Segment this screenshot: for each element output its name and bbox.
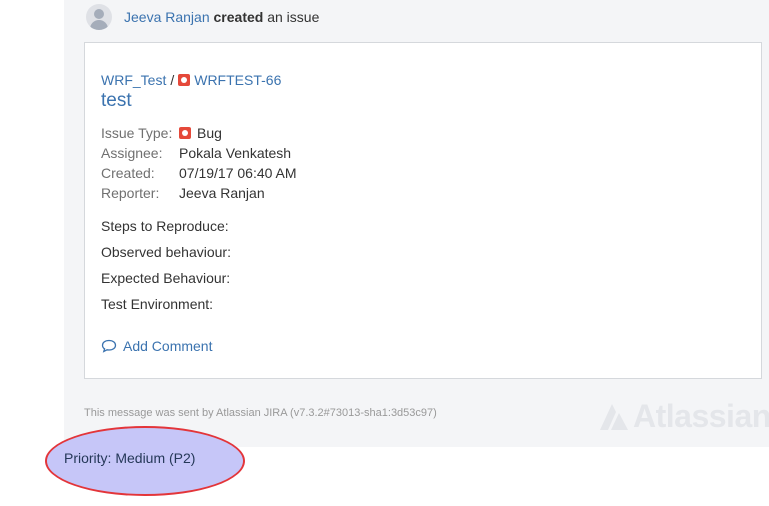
issue-title[interactable]: test	[101, 90, 132, 112]
section-expected: Expected Behaviour:	[101, 270, 231, 286]
atlassian-mark-icon	[600, 404, 628, 430]
activity-header: Jeeva Ranjan created an issue	[86, 4, 319, 30]
field-label: Reporter:	[101, 185, 160, 201]
section-observed: Observed behaviour:	[101, 244, 231, 260]
footer-message: This message was sent by Atlassian JIRA …	[84, 407, 437, 419]
description-sections: Steps to Reproduce: Observed behaviour: …	[101, 213, 231, 317]
breadcrumb: WRF_Test / WRFTEST-66	[101, 72, 281, 88]
field-created: Created: 07/19/17 06:40 AM	[101, 163, 297, 183]
issue-card: WRF_Test / WRFTEST-66 test Issue Type: B…	[84, 42, 762, 379]
action-verb: created	[213, 9, 264, 25]
issue-key-link[interactable]: WRFTEST-66	[194, 72, 281, 88]
add-comment-button[interactable]: Add Comment	[101, 338, 212, 354]
add-comment-label: Add Comment	[123, 338, 213, 354]
comment-icon	[101, 339, 117, 353]
avatar-body	[90, 20, 108, 30]
bug-icon	[178, 74, 191, 86]
assignee-link[interactable]: Pokala Venkatesh	[179, 145, 291, 161]
bug-icon	[179, 127, 191, 139]
avatar-head	[94, 9, 104, 19]
field-assignee: Assignee: Pokala Venkatesh	[101, 143, 297, 163]
issue-fields: Issue Type: Bug Assignee: Pokala Venkate…	[101, 123, 297, 203]
field-label: Issue Type:	[101, 125, 173, 141]
field-reporter: Reporter: Jeeva Ranjan	[101, 183, 297, 203]
reporter-link[interactable]: Jeeva Ranjan	[179, 185, 265, 201]
section-environment: Test Environment:	[101, 296, 214, 312]
issue-type-value: Bug	[197, 125, 222, 141]
activity-text: Jeeva Ranjan created an issue	[124, 9, 319, 25]
atlassian-logo: Atlassian	[597, 396, 769, 436]
action-rest: an issue	[267, 9, 320, 25]
project-link[interactable]: WRF_Test	[101, 72, 166, 88]
section-steps: Steps to Reproduce:	[101, 218, 229, 234]
field-issue-type: Issue Type: Bug	[101, 123, 297, 143]
field-value: Bug	[179, 125, 222, 141]
created-value: 07/19/17 06:40 AM	[179, 165, 297, 181]
priority-text: Priority: Medium (P2)	[64, 450, 196, 466]
actor-link[interactable]: Jeeva Ranjan	[124, 9, 210, 25]
priority-annotation: Priority: Medium (P2)	[45, 426, 245, 496]
breadcrumb-separator: /	[170, 72, 175, 88]
field-label: Assignee:	[101, 145, 163, 161]
avatar[interactable]	[86, 4, 112, 30]
field-label: Created:	[101, 165, 155, 181]
atlassian-wordmark: Atlassian	[633, 397, 769, 434]
